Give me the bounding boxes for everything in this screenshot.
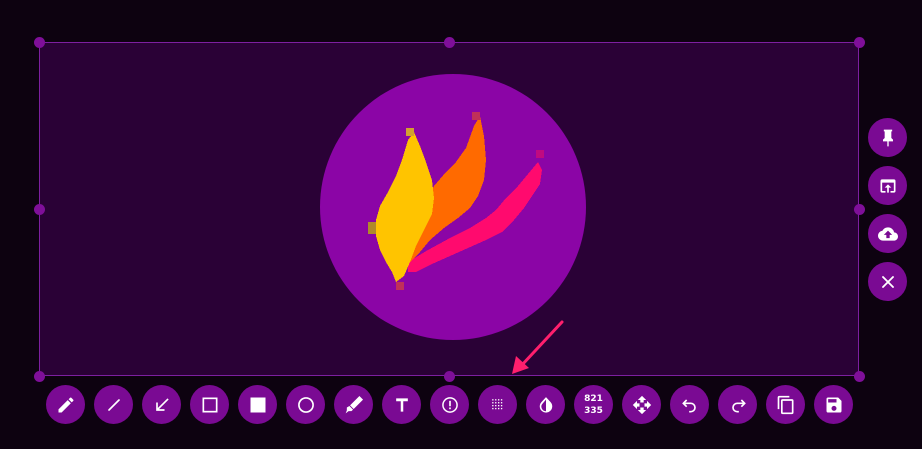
text-tool[interactable] <box>382 385 421 424</box>
selection-height-value: 335 <box>584 405 603 416</box>
flame-pixel <box>406 128 414 136</box>
redo-button[interactable] <box>718 385 757 424</box>
pixelate-icon <box>491 398 502 409</box>
upload-button[interactable] <box>868 214 907 253</box>
pixelate-tool[interactable] <box>478 385 517 424</box>
rectangle-filled-icon <box>250 397 265 412</box>
save-icon <box>826 397 841 412</box>
open-with-app-button[interactable] <box>868 166 907 205</box>
move-icon <box>632 395 651 414</box>
pen-tool[interactable] <box>46 385 85 424</box>
flame-pixel <box>396 282 404 290</box>
flame-pixel <box>536 150 544 158</box>
pin-button[interactable] <box>868 118 907 157</box>
pencil-icon <box>58 396 74 412</box>
close-button[interactable] <box>868 262 907 301</box>
cloud-upload-icon <box>877 226 898 241</box>
circle-tool[interactable] <box>286 385 325 424</box>
arrow-tool[interactable] <box>142 385 181 424</box>
pin-icon <box>882 129 893 146</box>
flame-pixel <box>368 222 376 234</box>
undo-button[interactable] <box>670 385 709 424</box>
arrow-icon <box>155 397 169 411</box>
redo-icon <box>731 398 746 412</box>
selection-width-value: 821 <box>584 393 603 404</box>
save-button[interactable] <box>814 385 853 424</box>
flame-pixel <box>472 112 480 120</box>
filled-rectangle-tool[interactable] <box>238 385 277 424</box>
copy-button[interactable] <box>766 385 805 424</box>
counter-tool[interactable] <box>430 385 469 424</box>
marker-icon <box>345 395 363 413</box>
selection-coordinates: 821 335 <box>574 385 613 424</box>
open-app-icon <box>880 178 895 193</box>
rectangle-tool[interactable] <box>190 385 229 424</box>
line-icon <box>107 398 120 411</box>
captured-flame-logo <box>320 74 586 340</box>
invert-tool[interactable] <box>526 385 565 424</box>
undo-icon <box>681 398 696 412</box>
invert-icon <box>539 396 552 413</box>
close-icon <box>881 275 894 288</box>
circle-icon <box>297 396 314 413</box>
counter-icon <box>441 396 458 413</box>
move-tool[interactable] <box>622 385 661 424</box>
marker-tool[interactable] <box>334 385 373 424</box>
line-tool[interactable] <box>94 385 133 424</box>
rectangle-outline-icon <box>202 397 217 412</box>
copy-icon <box>777 395 793 414</box>
text-icon <box>395 397 408 412</box>
